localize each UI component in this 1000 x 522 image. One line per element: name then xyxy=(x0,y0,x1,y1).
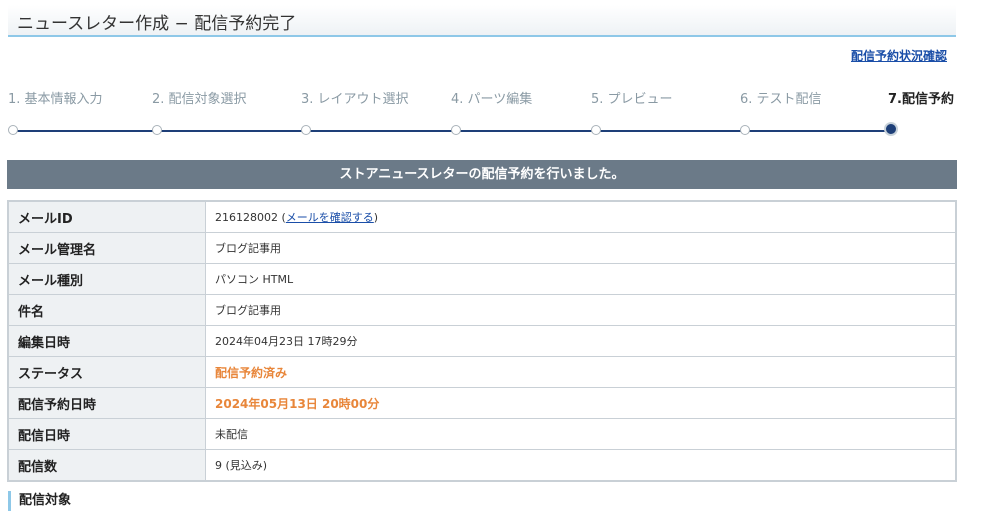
subject-value: ブログ記事用 xyxy=(205,294,957,326)
sent-at-label: 配信日時 xyxy=(7,418,206,450)
mail-id-value: 216128002 xyxy=(215,211,278,224)
mail-type-value: パソコン HTML xyxy=(205,263,957,295)
table-row: 配信日時 未配信 xyxy=(7,418,957,450)
table-row: 配信数 9 (見込み) xyxy=(7,449,957,482)
completion-banner: ストアニュースレターの配信予約を行いました。 xyxy=(7,160,957,189)
step-6-label: 6. テスト配信 xyxy=(740,92,822,107)
step-6-dot xyxy=(740,125,750,135)
step-2-label: 2. 配信対象選択 xyxy=(152,92,247,107)
table-row: 件名 ブログ記事用 xyxy=(7,294,957,326)
step-1-dot xyxy=(8,125,18,135)
step-1-label: 1. 基本情報入力 xyxy=(8,92,103,107)
edited-at-label: 編集日時 xyxy=(7,325,206,357)
status-check-link[interactable]: 配信予約状況確認 xyxy=(851,47,947,64)
table-row: メールID 216128002 (メールを確認する) xyxy=(7,200,957,233)
status-value: 配信予約済み xyxy=(205,356,957,388)
step-4-label: 4. パーツ編集 xyxy=(451,92,533,107)
mail-name-value: ブログ記事用 xyxy=(205,232,957,264)
step-2-dot xyxy=(152,125,162,135)
table-row: ステータス 配信予約済み xyxy=(7,356,957,388)
table-row: メール管理名 ブログ記事用 xyxy=(7,232,957,264)
count-label: 配信数 xyxy=(7,449,206,482)
table-row: 配信予約日時 2024年05月13日 20時00分 xyxy=(7,387,957,419)
step-5-label: 5. プレビュー xyxy=(591,92,673,107)
step-3-dot xyxy=(301,125,311,135)
mail-details-table: メールID 216128002 (メールを確認する) メール管理名 ブログ記事用… xyxy=(7,200,957,482)
step-3-label: 3. レイアウト選択 xyxy=(301,92,409,107)
mail-type-label: メール種別 xyxy=(7,263,206,295)
sent-at-value: 未配信 xyxy=(205,418,957,450)
table-row: 編集日時 2024年04月23日 17時29分 xyxy=(7,325,957,357)
mail-id-value-cell: 216128002 (メールを確認する) xyxy=(205,200,957,233)
count-value: 9 (見込み) xyxy=(205,449,957,482)
mail-id-label: メールID xyxy=(7,200,206,233)
target-section-heading: 配信対象 xyxy=(8,491,71,511)
step-7-label: 7.配信予約 xyxy=(888,92,954,107)
table-row: メール種別 パソコン HTML xyxy=(7,263,957,295)
step-7-dot xyxy=(884,122,898,136)
status-label: ステータス xyxy=(7,356,206,388)
scheduled-at-value: 2024年05月13日 20時00分 xyxy=(205,387,957,419)
progress-steps: 1. 基本情報入力 2. 配信対象選択 3. レイアウト選択 4. パーツ編集 … xyxy=(0,80,1000,150)
page-title-bar: ニュースレター作成 − 配信予約完了 xyxy=(8,5,956,37)
step-5-dot xyxy=(591,125,601,135)
mail-name-label: メール管理名 xyxy=(7,232,206,264)
view-mail-link[interactable]: メールを確認する xyxy=(286,211,374,224)
scheduled-at-label: 配信予約日時 xyxy=(7,387,206,419)
subject-label: 件名 xyxy=(7,294,206,326)
page-title: ニュースレター作成 − 配信予約完了 xyxy=(17,14,297,34)
step-4-dot xyxy=(451,125,461,135)
edited-at-value: 2024年04月23日 17時29分 xyxy=(205,325,957,357)
